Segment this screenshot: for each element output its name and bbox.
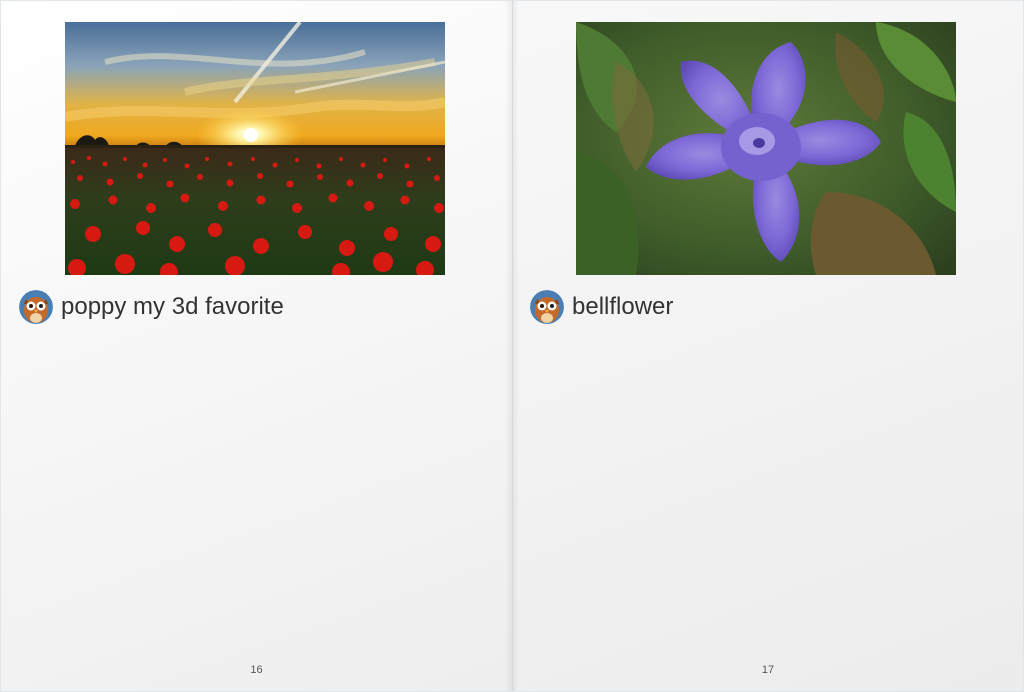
photo-caption-row: bellflower <box>530 289 673 325</box>
book-page-right[interactable]: bellflower 17 <box>513 1 1023 691</box>
page-number: 17 <box>761 664 775 676</box>
page-number: 16 <box>250 664 263 676</box>
book-page-left[interactable]: poppy my 3d favorite 16 <box>1 1 512 691</box>
photo-caption: bellflower <box>572 293 674 320</box>
owl-avatar-icon[interactable] <box>19 290 53 324</box>
poppy-field-photo[interactable] <box>65 22 445 275</box>
photo-book-spread: poppy my 3d favorite 16 bellflower 17 <box>0 0 1024 692</box>
poppy-field-image <box>65 22 445 275</box>
bellflower-image <box>576 22 956 275</box>
photo-caption: poppy my 3d favorite <box>61 293 284 320</box>
owl-avatar-icon[interactable] <box>530 290 564 324</box>
bellflower-photo[interactable] <box>576 22 956 275</box>
photo-caption-row: poppy my 3d favorite <box>19 289 284 325</box>
